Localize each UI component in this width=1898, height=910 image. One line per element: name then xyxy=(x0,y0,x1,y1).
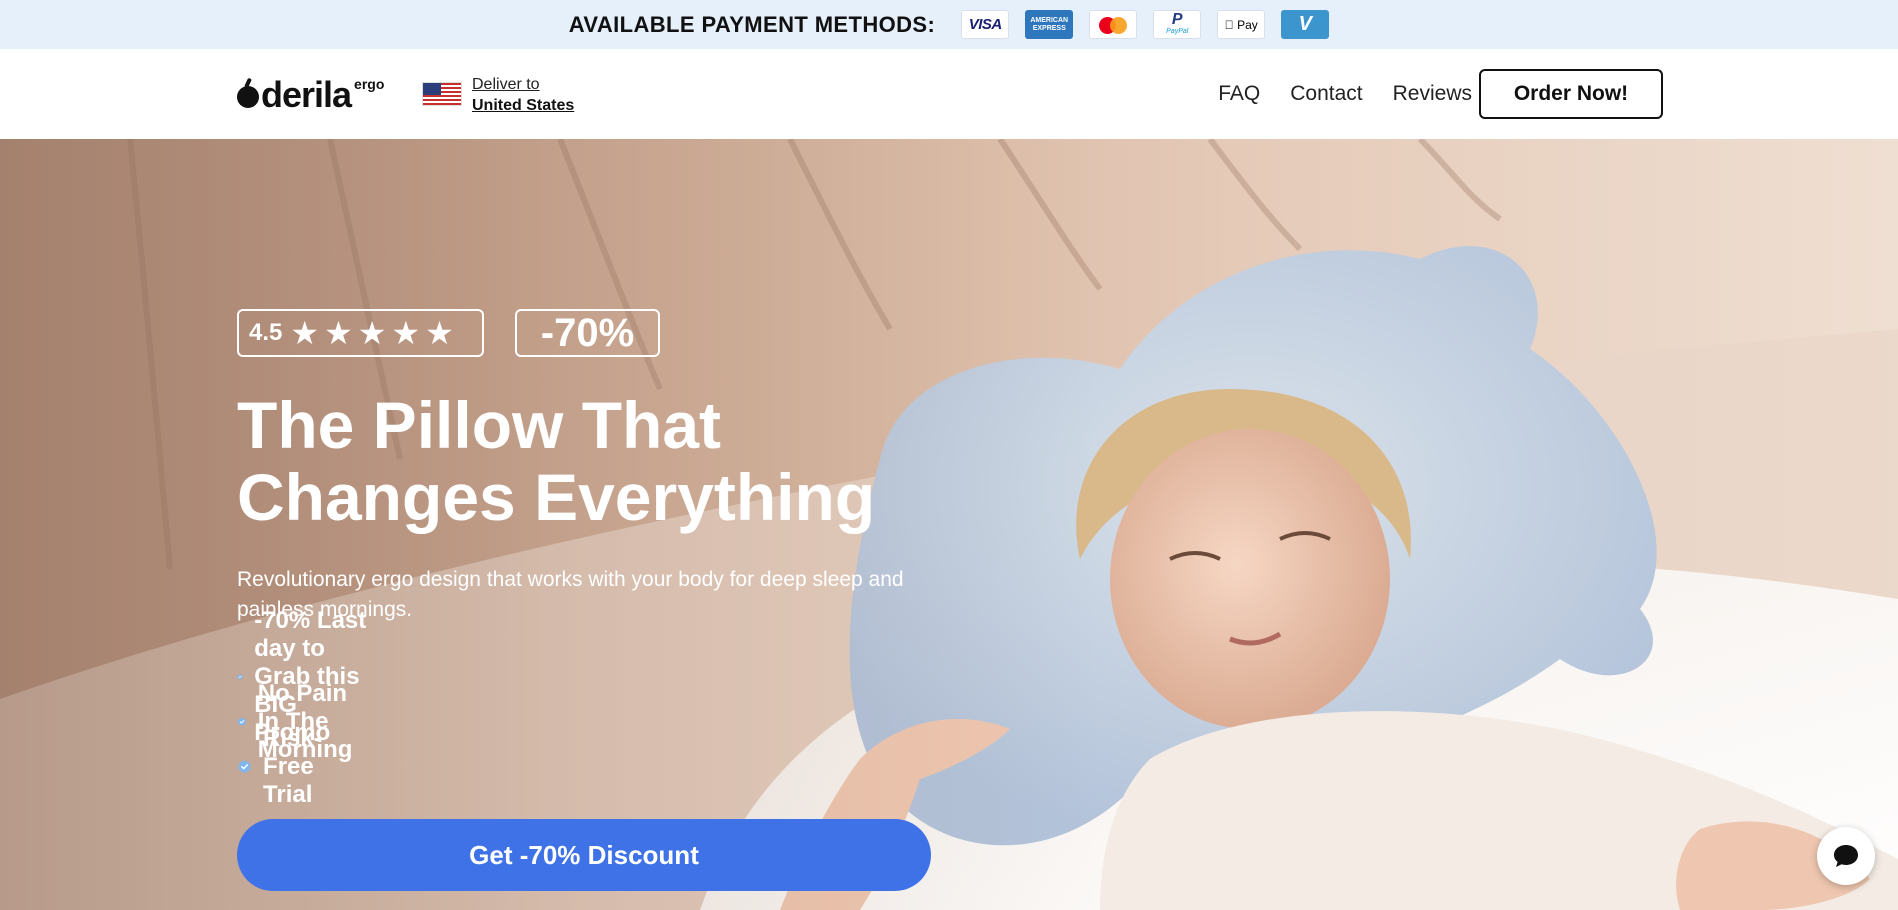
discount-badge: -70% xyxy=(515,309,660,357)
logo-mark-icon xyxy=(237,86,259,108)
chat-bubble-icon xyxy=(1834,845,1858,867)
nav-reviews[interactable]: Reviews xyxy=(1393,82,1472,106)
chat-button[interactable] xyxy=(1817,827,1875,885)
main-nav: FAQ Contact Reviews xyxy=(1188,49,1472,139)
us-flag-icon[interactable] xyxy=(422,82,462,106)
star-icon: ★ xyxy=(425,314,454,352)
star-icon: ★ xyxy=(391,314,421,352)
headline-line-2: Changes Everything xyxy=(237,460,876,534)
order-now-button[interactable]: Order Now! xyxy=(1479,69,1663,119)
rating-value: 4.5 xyxy=(249,319,283,346)
visa-icon: VISA xyxy=(961,10,1010,39)
deliver-to-selector[interactable]: Deliver to United States xyxy=(472,75,574,117)
star-icon: ★ xyxy=(324,314,353,352)
get-discount-button[interactable]: Get -70% Discount xyxy=(237,819,931,891)
hero-section: 4.5 ★ ★ ★ ★ ★ -70% The Pillow That Chang… xyxy=(0,139,1898,910)
mastercard-icon xyxy=(1089,10,1138,39)
headline-line-1: The Pillow That xyxy=(237,388,722,462)
site-header: derila ergo Deliver to United States FAQ… xyxy=(0,49,1898,140)
venmo-icon: V xyxy=(1281,10,1330,39)
paypal-icon: P PayPal xyxy=(1153,10,1202,39)
derila-logo[interactable]: derila ergo xyxy=(237,76,384,114)
nav-contact[interactable]: Contact xyxy=(1290,82,1362,106)
logo-suffix: ergo xyxy=(354,76,385,92)
payment-methods-bar: AVAILABLE PAYMENT METHODS: VISA AMERICAN… xyxy=(0,0,1898,49)
nav-faq[interactable]: FAQ xyxy=(1218,82,1260,106)
amex-icon: AMERICAN EXPRESS xyxy=(1025,10,1074,39)
deliver-country[interactable]: United States xyxy=(472,95,574,117)
hero-headline: The Pillow That Changes Everything xyxy=(237,389,997,533)
benefit-list: -70% Last day to Grab this BIG Promo No … xyxy=(237,607,367,808)
verified-check-icon xyxy=(237,673,243,680)
benefit-item: Risk-Free Trial xyxy=(237,725,367,808)
benefit-text: Risk-Free Trial xyxy=(263,724,322,808)
deliver-label: Deliver to xyxy=(472,76,540,93)
payment-methods-label: AVAILABLE PAYMENT METHODS: xyxy=(568,11,936,37)
verified-check-icon xyxy=(238,759,251,773)
verified-check-icon xyxy=(237,717,246,726)
star-icon: ★ xyxy=(357,314,387,352)
apple-pay-icon:  Pay xyxy=(1217,10,1266,39)
logo-text: derila xyxy=(261,74,352,115)
rating-badge: 4.5 ★ ★ ★ ★ ★ xyxy=(237,309,484,357)
star-icon: ★ xyxy=(290,314,320,352)
